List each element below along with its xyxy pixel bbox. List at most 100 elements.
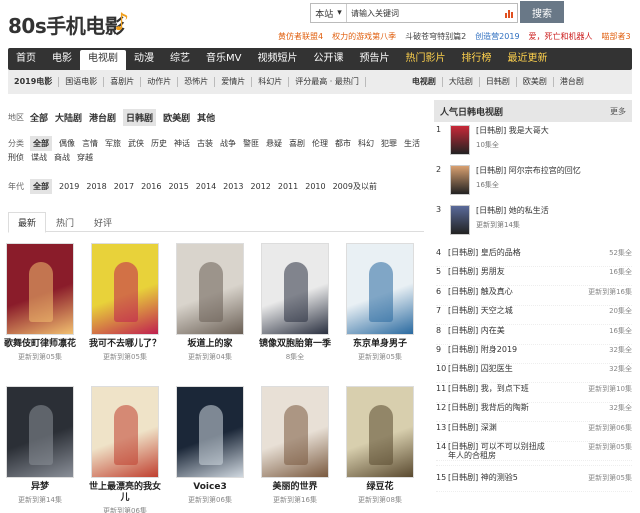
- ranking-item[interactable]: 11 [日韩剧] 我，到点下班 更新到第10集: [436, 383, 632, 403]
- ranking-item[interactable]: 12 [日韩剧] 我背后的陶斯 32集全: [436, 402, 632, 423]
- filter-option[interactable]: 全部: [30, 136, 52, 151]
- rank-thumbnail[interactable]: [450, 125, 470, 155]
- ranking-item[interactable]: 9 [日韩剧] 附身2019 32集全: [436, 344, 632, 364]
- subnav-item[interactable]: 欧美剧: [517, 77, 554, 87]
- show-poster[interactable]: [176, 386, 244, 478]
- nav-item[interactable]: 视频短片: [249, 48, 305, 70]
- filter-option[interactable]: 日韩剧: [123, 109, 157, 126]
- ranking-item[interactable]: 10 [日韩剧] 囚犯医生 32集全: [436, 363, 632, 384]
- rank-thumbnail[interactable]: [450, 205, 470, 235]
- filter-option[interactable]: 都市: [335, 138, 351, 149]
- filter-option[interactable]: 言情: [82, 138, 98, 149]
- show-title[interactable]: 歌舞伎町律师凛花: [4, 339, 76, 350]
- nav-item[interactable]: 排行榜: [453, 48, 499, 70]
- filter-option[interactable]: 神话: [174, 138, 190, 149]
- site-logo[interactable]: 80s手机电影: [8, 10, 125, 39]
- show-poster[interactable]: [176, 243, 244, 335]
- subnav-item[interactable]: 大陆剧: [443, 77, 480, 87]
- rank-name[interactable]: [日韩剧] 我是大哥大: [476, 125, 549, 136]
- filter-option[interactable]: 2015: [168, 182, 188, 191]
- rank-name[interactable]: [日韩剧] 深渊: [448, 422, 497, 441]
- filter-option[interactable]: 武侠: [128, 138, 144, 149]
- rank-name[interactable]: [日韩剧] 囚犯医生: [448, 363, 513, 382]
- filter-option[interactable]: 伦理: [312, 138, 328, 149]
- show-title[interactable]: 美丽的世界: [259, 482, 331, 493]
- filter-option[interactable]: 悬疑: [266, 138, 282, 149]
- show-title[interactable]: 坂道上的家: [174, 339, 246, 350]
- show-poster[interactable]: [346, 386, 414, 478]
- rank-name[interactable]: [日韩剧] 我，到点下班: [448, 383, 529, 402]
- tab[interactable]: 热门: [46, 212, 84, 232]
- filter-option[interactable]: 2011: [278, 182, 298, 191]
- show-card[interactable]: 美丽的世界 更新到第16集: [259, 386, 331, 505]
- show-poster[interactable]: [346, 243, 414, 335]
- subnav-item[interactable]: 爱情片: [215, 77, 253, 87]
- nav-item[interactable]: 电视剧: [80, 50, 126, 70]
- filter-option[interactable]: 战争: [220, 138, 236, 149]
- subnav-item[interactable]: 科幻片: [252, 77, 290, 87]
- subnav-item[interactable]: 港台剧: [554, 77, 590, 87]
- search-input[interactable]: [347, 4, 501, 22]
- filter-option[interactable]: 2014: [196, 182, 216, 191]
- search-button[interactable]: 搜索: [520, 1, 564, 23]
- subnav-item[interactable]: 恐怖片: [178, 77, 216, 87]
- filter-option[interactable]: 军旅: [105, 138, 121, 149]
- more-link[interactable]: 更多: [610, 106, 626, 117]
- show-title[interactable]: 世上最漂亮的我女儿: [89, 482, 161, 504]
- filter-option[interactable]: 2010: [305, 182, 325, 191]
- filter-option[interactable]: 2016: [141, 182, 161, 191]
- ranking-item[interactable]: 2 [日韩剧] 阿尔宗布拉宫的回忆 16集全: [436, 165, 632, 201]
- show-title[interactable]: Voice3: [174, 482, 246, 493]
- filter-option[interactable]: 2009及以前: [333, 181, 377, 192]
- show-card[interactable]: 我可不去哪儿了？ 更新到第05集: [89, 243, 161, 362]
- show-poster[interactable]: [261, 386, 329, 478]
- nav-item[interactable]: 综艺: [162, 48, 198, 70]
- show-title[interactable]: 我可不去哪儿了？: [89, 339, 161, 350]
- ranking-item[interactable]: 13 [日韩剧] 深渊 更新到第06集: [436, 422, 632, 442]
- rank-name[interactable]: [日韩剧] 阿尔宗布拉宫的回忆: [476, 165, 581, 176]
- filter-option[interactable]: 谍战: [31, 152, 47, 163]
- show-title[interactable]: 绿豆花: [344, 482, 416, 493]
- subnav-item[interactable]: 评分最高 · 最热门: [289, 77, 366, 87]
- filter-option[interactable]: 全部: [30, 179, 52, 194]
- subnav-item[interactable]: 国语电影: [59, 77, 105, 87]
- filter-option[interactable]: 欧美剧: [163, 111, 190, 124]
- show-card[interactable]: 镜像双胞胎第一季 8集全: [259, 243, 331, 362]
- hot-search-link[interactable]: 喵部者3: [602, 31, 631, 42]
- search-scope-select[interactable]: 本站 ▾: [311, 4, 347, 22]
- nav-item[interactable]: 公开课: [305, 48, 351, 70]
- filter-option[interactable]: 全部: [30, 111, 48, 124]
- show-card[interactable]: 异梦 更新到第14集: [4, 386, 76, 505]
- ranking-item[interactable]: 年人的合租房: [436, 452, 632, 467]
- subnav-item[interactable]: 电视剧: [406, 77, 443, 87]
- show-card[interactable]: 东京单身男子 更新到第05集: [344, 243, 416, 362]
- subnav-item[interactable]: 日韩剧: [480, 77, 517, 87]
- show-title[interactable]: 东京单身男子: [344, 339, 416, 350]
- filter-option[interactable]: 刑侦: [8, 152, 24, 163]
- filter-option[interactable]: 古装: [197, 138, 213, 149]
- show-poster[interactable]: [6, 386, 74, 478]
- tab[interactable]: 最新: [8, 212, 46, 233]
- nav-item[interactable]: 热门影片: [397, 48, 453, 70]
- ranking-item[interactable]: 3 [日韩剧] 她的私生活 更新到第14集: [436, 205, 632, 241]
- rank-name[interactable]: 年人的合租房: [448, 452, 496, 465]
- rank-name[interactable]: [日韩剧] 附身2019: [448, 344, 517, 363]
- filter-option[interactable]: 2013: [223, 182, 243, 191]
- rank-name[interactable]: [日韩剧] 天空之城: [448, 305, 513, 324]
- nav-item[interactable]: 预告片: [351, 48, 397, 70]
- nav-item[interactable]: 最近更新: [499, 48, 555, 70]
- filter-option[interactable]: 历史: [151, 138, 167, 149]
- show-title[interactable]: 镜像双胞胎第一季: [259, 339, 331, 350]
- rank-thumbnail[interactable]: [450, 165, 470, 195]
- show-card[interactable]: Voice3 更新到第06集: [174, 386, 246, 505]
- filter-option[interactable]: 2012: [251, 182, 271, 191]
- show-card[interactable]: 绿豆花 更新到第08集: [344, 386, 416, 505]
- hot-stats-icon[interactable]: [501, 4, 517, 22]
- subnav-item[interactable]: 动作片: [141, 77, 179, 87]
- show-title[interactable]: 异梦: [4, 482, 76, 493]
- ranking-item[interactable]: 1 [日韩剧] 我是大哥大 10集全: [436, 125, 632, 161]
- hot-search-link[interactable]: 权力的游戏第八季: [332, 31, 396, 42]
- hot-search-link[interactable]: 黄仿者联盟4: [278, 31, 323, 42]
- show-poster[interactable]: [91, 243, 159, 335]
- rank-name[interactable]: [日韩剧] 我背后的陶斯: [448, 402, 529, 421]
